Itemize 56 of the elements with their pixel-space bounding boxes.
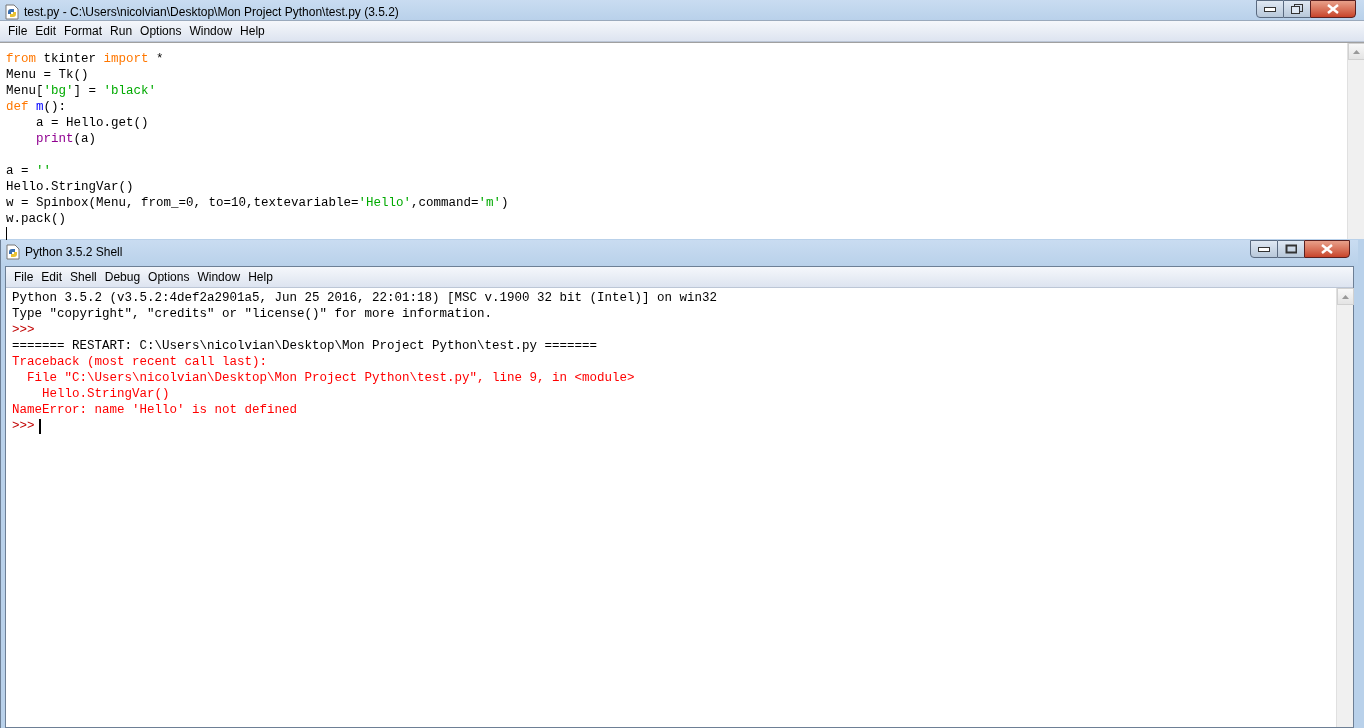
menu-item[interactable]: Shell bbox=[66, 268, 101, 286]
menu-item[interactable]: Window bbox=[185, 22, 237, 40]
shell-line: Python 3.5.2 (v3.5.2:4def2a2901a5, Jun 25 2016, 22:01:18) [MSC v.1900 32 bit (Intel)] on win32 bbox=[12, 290, 718, 306]
shell-line: NameError: name 'Hello' is not defined bbox=[12, 402, 298, 418]
code-line: w = Spinbox(Menu, from_=0, to=10,textevariable='Hello',command='m') bbox=[6, 195, 509, 211]
code-line: print(a) bbox=[35, 131, 97, 147]
minimize-button[interactable] bbox=[1256, 0, 1284, 18]
code-line: Hello.StringVar() bbox=[6, 179, 134, 195]
shell-prompt: >>> bbox=[12, 418, 35, 434]
menu-item[interactable]: Help bbox=[244, 268, 277, 286]
minimize-icon bbox=[1264, 6, 1276, 12]
scroll-up-button[interactable] bbox=[1348, 43, 1364, 60]
code-line: a = '' bbox=[6, 163, 52, 179]
shell-line: >>> bbox=[12, 322, 35, 338]
up-arrow-icon bbox=[1342, 294, 1349, 299]
code-line: Menu = Tk() bbox=[6, 67, 89, 83]
code-line: from tkinter import * bbox=[6, 51, 164, 67]
minimize-button[interactable] bbox=[1250, 240, 1278, 258]
python-file-icon bbox=[4, 4, 20, 20]
menu-item[interactable]: Edit bbox=[31, 22, 61, 40]
minimize-icon bbox=[1258, 246, 1270, 252]
restore-icon bbox=[1291, 4, 1303, 14]
shell-line: Hello.StringVar() bbox=[41, 386, 170, 402]
python-file-icon bbox=[5, 244, 21, 260]
close-icon bbox=[1321, 244, 1333, 254]
shell-line: Type "copyright", "credits" or "license()" for more information. bbox=[12, 306, 493, 322]
code-line: def m(): bbox=[6, 99, 67, 115]
scrollbar[interactable] bbox=[1336, 288, 1353, 727]
menu-item[interactable]: Debug bbox=[100, 268, 145, 286]
menu-item[interactable]: File bbox=[4, 22, 32, 40]
menu-item[interactable]: Options bbox=[136, 22, 186, 40]
up-arrow-icon bbox=[1353, 49, 1360, 54]
window-title: test.py - C:\Users\nicolvian\Desktop\Mon Project Python\test.py (3.5.2) bbox=[24, 4, 399, 21]
shell-line: File "C:\Users\nicolvian\Desktop\Mon Project Python\test.py", line 9, in <module> bbox=[26, 370, 635, 386]
close-button[interactable] bbox=[1310, 0, 1356, 18]
shell-line: ======= RESTART: C:\Users\nicolvian\Desktop\Mon Project Python\test.py ======= bbox=[12, 338, 598, 354]
menu-item[interactable]: Run bbox=[106, 22, 137, 40]
text-cursor bbox=[38, 418, 41, 434]
maximize-button[interactable] bbox=[1278, 240, 1304, 258]
restore-button[interactable] bbox=[1284, 0, 1310, 18]
scrollbar[interactable] bbox=[1347, 43, 1364, 239]
shell-line: Traceback (most recent call last): bbox=[12, 354, 268, 370]
maximize-icon bbox=[1285, 244, 1297, 254]
window-title: Python 3.5.2 Shell bbox=[25, 244, 123, 261]
code-line: Menu['bg'] = 'black' bbox=[6, 83, 157, 99]
code-line: w.pack() bbox=[6, 211, 66, 227]
close-button[interactable] bbox=[1304, 240, 1350, 258]
close-icon bbox=[1327, 4, 1339, 14]
menu-item[interactable]: Window bbox=[193, 268, 245, 286]
menu-item[interactable]: File bbox=[10, 268, 38, 286]
menu-item[interactable]: Format bbox=[60, 22, 107, 40]
code-line: a = Hello.get() bbox=[35, 115, 149, 131]
menu-item[interactable]: Edit bbox=[37, 268, 67, 286]
menu-item[interactable]: Help bbox=[236, 22, 269, 40]
scroll-up-button[interactable] bbox=[1337, 288, 1354, 305]
menu-item[interactable]: Options bbox=[144, 268, 194, 286]
